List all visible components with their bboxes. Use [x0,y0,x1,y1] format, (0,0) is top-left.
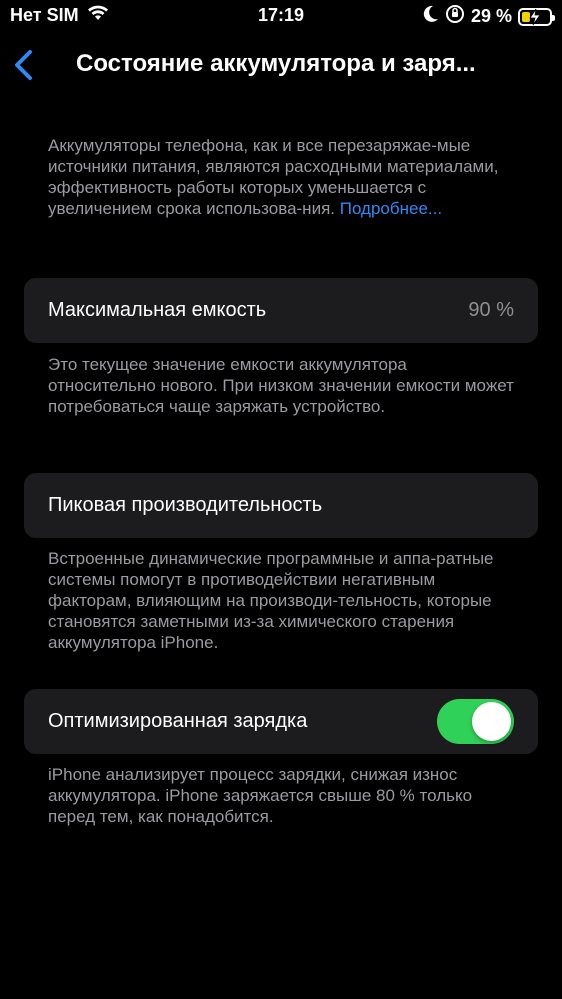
max-capacity-description: Это текущее значение емкости аккумулятор… [48,355,514,416]
back-button[interactable] [10,48,40,82]
peak-performance-label: Пиковая производительность [48,494,323,516]
max-capacity-value: 90 % [468,299,514,321]
optimized-charging-label: Оптимизированная зарядка [48,710,308,732]
navigation-bar: Состояние аккумулятора и заря... [0,38,562,90]
optimized-charging-row: Оптимизированная зарядка [24,689,538,754]
orientation-lock-icon [445,4,465,29]
toggle-knob [472,702,511,741]
moon-icon [423,5,439,28]
optimized-charging-toggle[interactable] [437,699,514,744]
intro-description: Аккумуляторы телефона, как и все перезар… [48,135,518,219]
page-title: Состояние аккумулятора и заря... [76,50,476,77]
bolt-icon [529,8,541,25]
max-capacity-label: Максимальная емкость [48,299,267,321]
max-capacity-row: Максимальная емкость 90 % [24,278,538,343]
status-bar: Нет SIM 17:19 29 % [0,0,562,32]
battery-charging-icon [518,7,555,26]
chevron-left-icon [15,50,32,80]
peak-performance-description: Встроенные динамические программные и ап… [48,549,494,652]
battery-percent: 29 % [470,6,512,26]
status-right: 29 % [423,4,555,29]
peak-performance-row: Пиковая производительность [24,473,538,538]
battery-cap [552,14,555,21]
learn-more-link[interactable]: Подробнее... [340,199,442,218]
screen: Нет SIM 17:19 29 % Состояние аккумулятор… [0,0,562,999]
optimized-charging-description: iPhone анализирует процесс зарядки, сниж… [48,765,473,826]
